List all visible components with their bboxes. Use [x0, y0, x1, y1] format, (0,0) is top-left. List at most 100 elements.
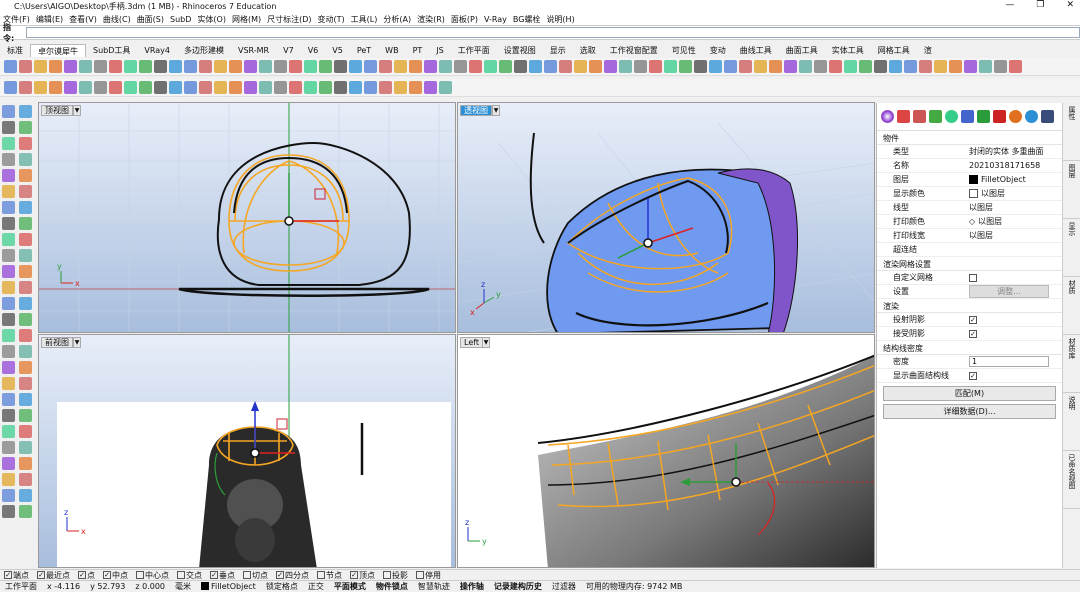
print-color-select[interactable]: 以图层	[978, 216, 1002, 227]
toolbar-tool-icon[interactable]	[184, 60, 197, 73]
modeling-tool-icon[interactable]	[19, 137, 32, 150]
modeling-tool-icon[interactable]	[19, 233, 32, 246]
toolbar-tab[interactable]: 变动	[703, 44, 733, 57]
toolbar-tool-icon[interactable]	[49, 60, 62, 73]
osnap-item[interactable]: 交点	[177, 570, 202, 581]
modeling-tool-icon[interactable]	[19, 297, 32, 310]
toolbar-tool-icon[interactable]	[364, 60, 377, 73]
viewport-perspective-label[interactable]: 透视图	[460, 105, 492, 116]
tab-help[interactable]: 说明	[1063, 393, 1080, 451]
toolbar-tool-icon[interactable]	[334, 81, 347, 94]
toolbar-tab[interactable]: PeT	[350, 44, 378, 57]
toolbar-tool-icon[interactable]	[4, 60, 17, 73]
toolbar-tool-icon[interactable]	[904, 60, 917, 73]
menu-subd[interactable]: SubD	[167, 15, 194, 24]
modeling-tool-icon[interactable]	[2, 105, 15, 118]
toolbar-tab[interactable]: VSR-MR	[231, 44, 276, 57]
toolbar-tool-icon[interactable]	[544, 60, 557, 73]
osnap-checkbox[interactable]	[243, 571, 251, 579]
match-button[interactable]: 匹配(M)	[883, 386, 1056, 401]
toolbar-tool-icon[interactable]	[499, 60, 512, 73]
modeling-tool-icon[interactable]	[19, 393, 32, 406]
osnap-item[interactable]: 切点	[243, 570, 268, 581]
status-record-history[interactable]: 记录建构历史	[489, 581, 547, 592]
menu-bg-bolt[interactable]: BG螺栓	[510, 14, 544, 25]
osnap-item[interactable]: ✓ 四分点	[276, 570, 309, 581]
toolbar-tool-icon[interactable]	[289, 60, 302, 73]
toolbar-tool-icon[interactable]	[79, 60, 92, 73]
tab-properties[interactable]: 属性	[1063, 103, 1080, 161]
receive-shadows-checkbox[interactable]: ✓	[969, 329, 977, 338]
tab-display[interactable]: 显示	[1063, 219, 1080, 277]
menu-dimension[interactable]: 尺寸标注(D)	[264, 14, 314, 25]
toolbar-tool-icon[interactable]	[274, 81, 287, 94]
toolbar-tool-icon[interactable]	[394, 60, 407, 73]
toolbar-tool-icon[interactable]	[394, 81, 407, 94]
osnap-checkbox[interactable]	[317, 571, 325, 579]
toolbar-tool-icon[interactable]	[469, 60, 482, 73]
toolbar-tool-icon[interactable]	[949, 60, 962, 73]
menu-transform[interactable]: 变动(T)	[315, 14, 348, 25]
modeling-tool-icon[interactable]	[2, 457, 15, 470]
modeling-tool-icon[interactable]	[2, 361, 15, 374]
toolbar-tab[interactable]: 标准	[0, 44, 30, 57]
modeling-tool-icon[interactable]	[2, 425, 15, 438]
layer-select[interactable]: FilletObject	[981, 175, 1026, 184]
command-input[interactable]	[26, 27, 1080, 38]
toolbar-tool-icon[interactable]	[94, 60, 107, 73]
viewport-perspective[interactable]: 透视图 ▼ z x y	[457, 102, 875, 333]
menu-view[interactable]: 查看(V)	[66, 14, 100, 25]
toolbar-tool-icon[interactable]	[439, 81, 452, 94]
cplane-label[interactable]: 工作平面	[0, 581, 42, 592]
menu-help[interactable]: 说明(H)	[543, 14, 577, 25]
toolbar-tool-icon[interactable]	[889, 60, 902, 73]
toolbar-tab[interactable]: V7	[276, 44, 301, 57]
modeling-tool-icon[interactable]	[2, 329, 15, 342]
osnap-checkbox[interactable]	[177, 571, 185, 579]
tab-named-views[interactable]: 已命名视图	[1063, 451, 1080, 509]
toolbar-tab[interactable]: 网格工具	[871, 44, 917, 57]
perspective-view-canvas[interactable]: z x y	[458, 103, 875, 333]
toolbar-tool-icon[interactable]	[184, 81, 197, 94]
modeling-tool-icon[interactable]	[19, 201, 32, 214]
osnap-checkbox[interactable]: ✓	[78, 571, 86, 579]
toolbar-tab[interactable]: 工作视窗配置	[603, 44, 665, 57]
toolbar-tool-icon[interactable]	[784, 60, 797, 73]
toolbar-tool-icon[interactable]	[634, 60, 647, 73]
modeling-tool-icon[interactable]	[2, 505, 15, 518]
status-gumball[interactable]: 操作轴	[455, 581, 489, 592]
modeling-tool-icon[interactable]	[2, 217, 15, 230]
material-sphere-icon[interactable]	[1009, 110, 1022, 123]
toolbar-tab[interactable]: 实体工具	[825, 44, 871, 57]
toolbar-tool-icon[interactable]	[1009, 60, 1022, 73]
toolbar-tool-icon[interactable]	[409, 60, 422, 73]
toolbar-tool-icon[interactable]	[259, 81, 272, 94]
viewport-front[interactable]: 前视图 ▼ z x	[38, 334, 456, 568]
property-display-color[interactable]: 显示颜色 以图层	[877, 187, 1062, 201]
toolbar-tab[interactable]: 卓尔谟犀牛	[30, 44, 86, 57]
displacement-icon[interactable]	[977, 110, 990, 123]
osnap-checkbox[interactable]: ✓	[103, 571, 111, 579]
modeling-tool-icon[interactable]	[2, 441, 15, 454]
toolbar-tool-icon[interactable]	[34, 81, 47, 94]
modeling-tool-icon[interactable]	[19, 329, 32, 342]
toolbar-tool-icon[interactable]	[439, 60, 452, 73]
top-view-canvas[interactable]: y x	[39, 103, 456, 333]
modeling-tool-icon[interactable]	[19, 265, 32, 278]
vray-object-icon[interactable]	[1041, 110, 1054, 123]
toolbar-tool-icon[interactable]	[454, 60, 467, 73]
modeling-tool-icon[interactable]	[19, 313, 32, 326]
toolbar-tool-icon[interactable]	[559, 60, 572, 73]
custom-mesh-checkbox[interactable]	[969, 273, 977, 282]
toolbar-tool-icon[interactable]	[484, 60, 497, 73]
chevron-down-icon[interactable]: ▼	[482, 337, 490, 348]
toolbar-tool-icon[interactable]	[214, 81, 227, 94]
osnap-checkbox[interactable]: ✓	[350, 571, 358, 579]
check-icon[interactable]	[1025, 110, 1038, 123]
name-field[interactable]: 20210318171658	[969, 161, 1062, 170]
menu-edit[interactable]: 编辑(E)	[33, 14, 66, 25]
toolbar-tool-icon[interactable]	[34, 60, 47, 73]
modeling-tool-icon[interactable]	[19, 249, 32, 262]
toolbar-tool-icon[interactable]	[604, 60, 617, 73]
adjust-button[interactable]: 调整...	[969, 285, 1049, 298]
